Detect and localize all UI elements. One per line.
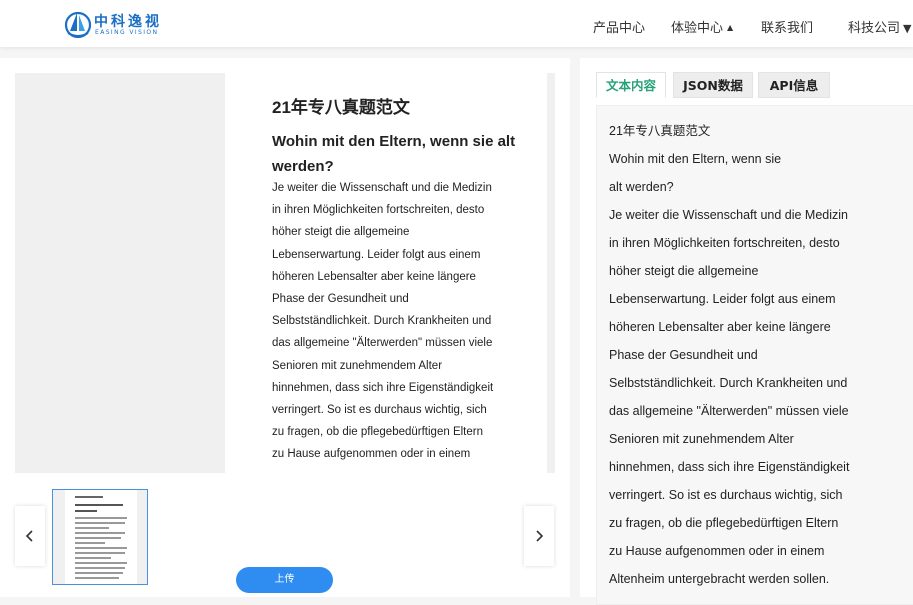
- result-line: alt werden?: [609, 180, 674, 194]
- document-line: zu fragen, ob die pflegebedürftigen Elte…: [272, 426, 483, 439]
- thumbnail-margin: [53, 490, 65, 584]
- result-line: Altenheim untergebracht werden sollen.: [609, 572, 830, 586]
- document-line: höheren Lebensalter aber keine längere: [272, 270, 476, 283]
- result-line: hinnehmen, dass sich ihre Eigenständigke…: [609, 460, 850, 474]
- document-subtitle: Wohin mit den Eltern, wenn sie alt werde…: [272, 133, 516, 175]
- document-line: Lebenserwartung. Leider folgt aus einem: [272, 248, 481, 261]
- upload-button[interactable]: 上传: [236, 567, 333, 593]
- result-line: höheren Lebensalter aber keine längere: [609, 320, 831, 334]
- text-content-box[interactable]: 21年专八真题范文 Wohin mit den Eltern, wenn sie…: [596, 105, 913, 605]
- document-line: hinnehmen, dass sich ihre Eigenständigke…: [272, 381, 494, 394]
- document-line: verringert. So ist es durchaus wichtig, …: [272, 404, 487, 417]
- prev-page-button[interactable]: [15, 506, 45, 566]
- result-line: das allgemeine "Älterwerden" müssen viel…: [609, 404, 849, 418]
- document-body: Je weiter die Wissenschaft und die Mediz…: [272, 177, 542, 466]
- nav-experience-center[interactable]: 体验中心 ▲: [671, 17, 733, 36]
- document-title: 21年专八真题范文: [272, 98, 410, 117]
- top-header: 中科逸视 EASING VISION 产品中心 体验中心 ▲ 联系我们 科技公司 ▼: [0, 0, 913, 47]
- tab-api-info[interactable]: API信息: [758, 72, 830, 98]
- caret-down-icon: ▼: [903, 22, 912, 35]
- result-line: Je weiter die Wissenschaft und die Mediz…: [609, 208, 849, 222]
- chevron-right-icon: [536, 530, 544, 542]
- result-line: höher steigt die allgemeine: [609, 264, 759, 278]
- caret-up-icon: ▲: [727, 23, 734, 32]
- document-line: zu Hause aufgenommen oder in einem: [272, 448, 471, 461]
- result-line: Wohin mit den Eltern, wenn sie: [609, 152, 782, 166]
- result-panel: 文本内容 JSON数据 API信息 21年专八真题范文 Wohin mit de…: [580, 58, 913, 605]
- tab-json-data[interactable]: JSON数据: [673, 72, 753, 98]
- chevron-left-icon: [25, 530, 33, 542]
- result-line: zu fragen, ob die pflegebedürftigen Elte…: [609, 516, 839, 530]
- result-line: Lebenserwartung. Leider folgt aus einem: [609, 292, 836, 306]
- next-page-button[interactable]: [524, 506, 554, 566]
- logo-text-cn: 中科逸视: [94, 14, 162, 30]
- document-line: Phase der Gesundheit und: [272, 293, 409, 306]
- result-line: in ihren Möglichkeiten fortschreiten, de…: [609, 236, 840, 250]
- result-line: Selbstständlichkeit. Durch Krankheiten u…: [609, 376, 848, 390]
- result-line: verringert. So ist es durchaus wichtig, …: [609, 488, 843, 502]
- document-preview[interactable]: 21年专八真题范文 Wohin mit den Eltern, wenn sie…: [225, 73, 547, 473]
- document-line: höher steigt die allgemeine: [272, 226, 410, 239]
- logo-text-en: EASING VISION: [95, 29, 159, 36]
- recognized-text: 21年专八真题范文 Wohin mit den Eltern, wenn sie…: [609, 117, 849, 593]
- preview-margin: [15, 73, 225, 473]
- logo-sail-icon: [64, 11, 92, 39]
- nav-contact-us[interactable]: 联系我们: [761, 17, 813, 36]
- preview-panel: 21年专八真题范文 Wohin mit den Eltern, wenn sie…: [0, 58, 570, 597]
- document-line: Selbstständlichkeit. Durch Krankheiten u…: [272, 315, 492, 328]
- result-line: 21年专八真题范文: [609, 124, 711, 138]
- result-line: Senioren mit zunehmendem Alter: [609, 432, 794, 446]
- nav-tech-company[interactable]: 科技公司 ▼: [848, 17, 911, 36]
- document-line: in ihren Möglichkeiten fortschreiten, de…: [272, 204, 485, 217]
- thumbnail-margin: [137, 490, 147, 584]
- preview-scrollbar[interactable]: [547, 73, 555, 473]
- tab-text-content[interactable]: 文本内容: [596, 72, 666, 98]
- nav-product-center[interactable]: 产品中心: [593, 17, 645, 36]
- page-thumbnail[interactable]: [52, 489, 148, 585]
- result-line: zu Hause aufgenommen oder in einem: [609, 544, 825, 558]
- result-line: Phase der Gesundheit und: [609, 348, 758, 362]
- logo[interactable]: 中科逸视 EASING VISION: [64, 9, 164, 39]
- document-line: Senioren mit zunehmendem Alter: [272, 359, 443, 372]
- thumbnail-page: [65, 490, 137, 584]
- document-line: das allgemeine "Älterwerden" müssen viel…: [272, 337, 493, 350]
- document-line: Je weiter die Wissenschaft und die Mediz…: [272, 182, 492, 194]
